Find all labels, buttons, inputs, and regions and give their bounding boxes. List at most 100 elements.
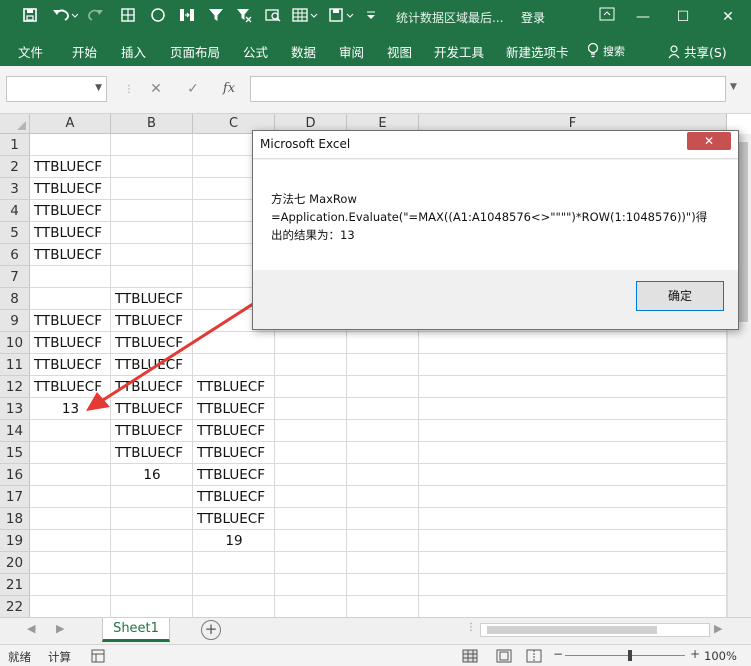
column-width-icon[interactable] [176,6,198,30]
row-header-6[interactable]: 6 [0,244,30,266]
row-header-10[interactable]: 10 [0,332,30,354]
formula-input[interactable] [250,76,726,102]
page-break-view-icon[interactable] [526,648,542,666]
zoom-slider-thumb[interactable] [628,650,632,661]
table-format-icon[interactable] [290,6,320,30]
row-header-7[interactable]: 7 [0,266,30,288]
borders-icon[interactable] [118,6,138,30]
cell-c17[interactable]: TTBLUECF [193,486,275,508]
column-header-b[interactable]: B [111,114,193,134]
cell-c15[interactable]: TTBLUECF [193,442,275,464]
row-header-2[interactable]: 2 [0,156,30,178]
row-header-19[interactable]: 19 [0,530,30,552]
cell-a6[interactable]: TTBLUECF [30,244,111,266]
cell-c18[interactable]: TTBLUECF [193,508,275,530]
scroll-right-icon[interactable]: ▶ [714,622,722,635]
name-box[interactable]: ▼ [6,76,107,102]
login-link[interactable]: 登录 [521,9,545,26]
cell-a5[interactable]: TTBLUECF [30,222,111,244]
page-layout-view-icon[interactable] [496,648,512,666]
cell-b9[interactable]: TTBLUECF [111,310,193,332]
tab-page-layout[interactable]: 页面布局 [170,42,220,61]
cell-c12[interactable]: TTBLUECF [193,376,275,398]
row-header-12[interactable]: 12 [0,376,30,398]
tell-me-search[interactable]: 搜索 [587,42,625,61]
row-header-9[interactable]: 9 [0,310,30,332]
zoom-slider[interactable] [565,655,685,656]
row-header-17[interactable]: 17 [0,486,30,508]
row-header-14[interactable]: 14 [0,420,30,442]
row-header-18[interactable]: 18 [0,508,30,530]
row-header-8[interactable]: 8 [0,288,30,310]
cell-a13[interactable]: 13 [30,398,111,420]
row-header-13[interactable]: 13 [0,398,30,420]
tab-insert[interactable]: 插入 [121,42,146,61]
prev-sheet-icon[interactable]: ◀ [27,622,35,635]
clear-filter-icon[interactable] [234,6,254,30]
tab-formulas[interactable]: 公式 [243,42,268,61]
macro-record-icon[interactable] [91,648,105,666]
cell-a3[interactable]: TTBLUECF [30,178,111,200]
cell-a12[interactable]: TTBLUECF [30,376,111,398]
cell-c16[interactable]: TTBLUECF [193,464,275,486]
sheet-tab-sheet1[interactable]: Sheet1 [102,618,170,642]
cell-b14[interactable]: TTBLUECF [111,420,193,442]
cell-a11[interactable]: TTBLUECF [30,354,111,376]
tab-file[interactable]: 文件 [18,42,43,61]
redo-icon[interactable] [84,6,112,30]
name-box-dropdown-icon[interactable]: ▼ [95,83,102,93]
tab-developer[interactable]: 开发工具 [434,42,484,61]
zoom-in-icon[interactable]: + [690,647,700,661]
customize-qat-icon[interactable] [362,6,380,30]
cell-b8[interactable]: TTBLUECF [111,288,193,310]
save-icon[interactable] [18,6,42,30]
undo-icon[interactable] [50,6,80,30]
row-header-1[interactable]: 1 [0,134,30,156]
expand-formula-icon[interactable]: ▼ [730,82,737,92]
cell-a9[interactable]: TTBLUECF [30,310,111,332]
restore-icon[interactable]: ☐ [660,4,706,30]
status-calculate[interactable]: 计算 [48,649,71,665]
tab-home[interactable]: 开始 [72,42,97,61]
formula-bar-splitter[interactable]: ⋮ [124,84,134,95]
tab-new-tab[interactable]: 新建选项卡 [506,42,569,61]
column-header-a[interactable]: A [30,114,111,134]
tab-data[interactable]: 数据 [291,42,316,61]
tab-review[interactable]: 审阅 [339,42,364,61]
share-button[interactable]: 共享(S) [668,42,727,62]
confirm-entry-icon[interactable]: ✓ [182,78,204,100]
insert-function-icon[interactable]: fx [218,78,240,100]
close-icon[interactable]: ✕ [705,4,751,30]
circle-shape-icon[interactable] [148,6,168,30]
cell-c19[interactable]: 19 [193,530,275,552]
cell-b16[interactable]: 16 [111,464,193,486]
row-header-15[interactable]: 15 [0,442,30,464]
row-header-20[interactable]: 20 [0,552,30,574]
cell-c14[interactable]: TTBLUECF [193,420,275,442]
cell-c13[interactable]: TTBLUECF [193,398,275,420]
tab-splitter-icon[interactable]: ⋮ [466,622,476,633]
cell-b10[interactable]: TTBLUECF [111,332,193,354]
row-header-21[interactable]: 21 [0,574,30,596]
horizontal-scroll-thumb[interactable] [487,626,657,634]
tab-view[interactable]: 视图 [387,42,412,61]
add-sheet-icon[interactable]: + [201,620,221,640]
select-all-corner[interactable] [0,114,30,134]
horizontal-scrollbar[interactable] [480,623,710,637]
next-sheet-icon[interactable]: ▶ [56,622,64,635]
zoom-out-icon[interactable]: − [553,647,563,661]
row-header-4[interactable]: 4 [0,200,30,222]
cell-a2[interactable]: TTBLUECF [30,156,111,178]
cell-b11[interactable]: TTBLUECF [111,354,193,376]
filter-icon[interactable] [206,6,226,30]
cell-a4[interactable]: TTBLUECF [30,200,111,222]
cell-b15[interactable]: TTBLUECF [111,442,193,464]
find-icon[interactable] [262,6,284,30]
zoom-level[interactable]: 100% [704,649,737,663]
row-header-22[interactable]: 22 [0,596,30,617]
ok-button[interactable]: 确定 [636,281,724,311]
cell-b13[interactable]: TTBLUECF [111,398,193,420]
cell-a10[interactable]: TTBLUECF [30,332,111,354]
row-header-16[interactable]: 16 [0,464,30,486]
row-header-5[interactable]: 5 [0,222,30,244]
